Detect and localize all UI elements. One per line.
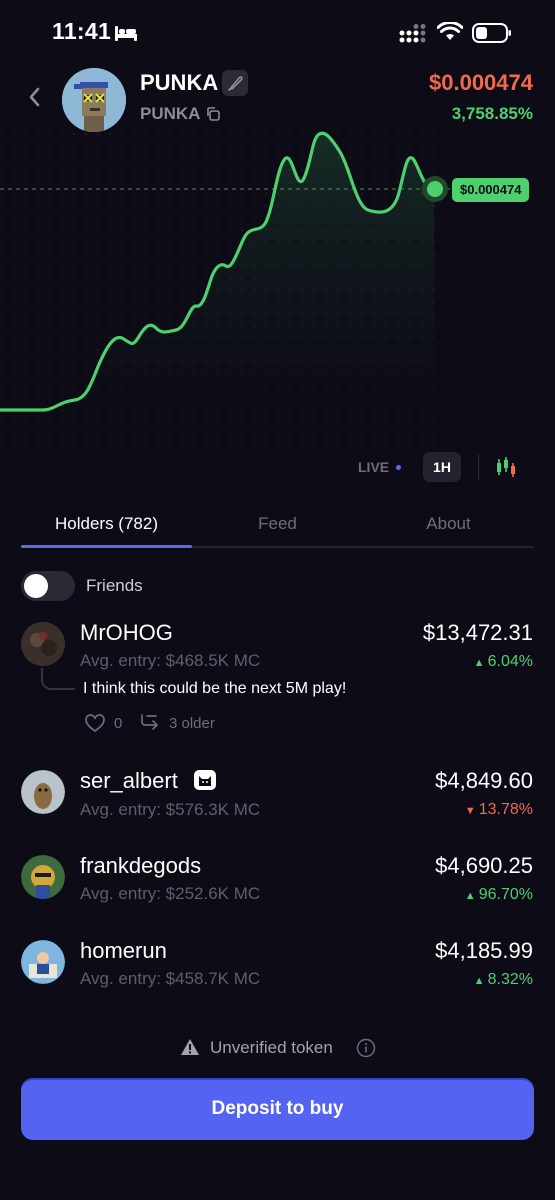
- tab-feed[interactable]: Feed: [192, 514, 363, 534]
- holder-pct-change: ▲ 8.32%: [474, 971, 533, 989]
- back-icon[interactable]: [26, 86, 44, 108]
- signal-icon: [399, 24, 426, 43]
- battery-icon: [472, 23, 511, 43]
- arrow-up-icon: ▲: [473, 657, 488, 669]
- heart-icon[interactable]: [84, 712, 106, 734]
- arrow-down-icon: ▼: [464, 805, 479, 817]
- warning-icon: [181, 1039, 199, 1055]
- friends-label: Friends: [86, 576, 143, 595]
- holder-name[interactable]: MrOHOG: [80, 620, 173, 646]
- holder-pct-change: ▼ 13.78%: [465, 801, 533, 819]
- divider: [478, 454, 479, 480]
- holder-avg-entry: Avg. entry: $458.7K MC: [80, 969, 261, 988]
- toggle-knob: [24, 574, 48, 598]
- token-name: PUNKA: [140, 70, 219, 95]
- holder-name[interactable]: homerun: [80, 938, 167, 964]
- holder-pct-change: ▲ 96.70%: [465, 886, 533, 904]
- like-count: 0: [114, 715, 123, 732]
- copy-icon[interactable]: [205, 106, 221, 122]
- token-ticker: PUNKA: [140, 104, 201, 123]
- arrow-up-icon: ▲: [473, 975, 488, 987]
- holder-avatar[interactable]: [21, 770, 65, 814]
- holder-value: $13,472.31: [422, 620, 533, 645]
- chart-price-tag: $0.000474: [452, 178, 530, 202]
- holder-pct-value: 8.32%: [487, 971, 533, 988]
- replies-icon[interactable]: [138, 712, 162, 734]
- holder-avatar[interactable]: [21, 855, 65, 899]
- holder-avatar[interactable]: [21, 940, 65, 984]
- edit-button[interactable]: [222, 70, 248, 96]
- tab-about[interactable]: About: [363, 514, 534, 534]
- arrow-up-icon: ▲: [464, 890, 479, 902]
- tab-active-indicator: [21, 545, 192, 548]
- tab-holders[interactable]: Holders (782): [21, 514, 192, 534]
- comment-thread-line: [41, 668, 75, 690]
- info-icon[interactable]: [356, 1038, 376, 1058]
- current-price-dot: [427, 181, 443, 197]
- holder-value: $4,185.99: [435, 938, 533, 963]
- holder-name[interactable]: frankdegods: [80, 853, 201, 879]
- holder-pct-value: 96.70%: [478, 886, 533, 903]
- token-avatar: [62, 68, 126, 132]
- holder-value: $4,849.60: [435, 768, 533, 793]
- holder-pct-value: 13.78%: [478, 801, 533, 818]
- live-label[interactable]: LIVE: [358, 459, 389, 475]
- candlestick-icon[interactable]: [494, 455, 518, 479]
- feather-icon: [228, 76, 243, 91]
- timeframe-button[interactable]: 1H: [423, 452, 461, 482]
- holder-value: $4,690.25: [435, 853, 533, 878]
- token-price: $0.000474: [429, 70, 533, 95]
- older-replies-link[interactable]: 3 older: [169, 715, 215, 732]
- punk-avatar-icon: [62, 68, 126, 132]
- holder-avg-entry: Avg. entry: $252.6K MC: [80, 884, 261, 903]
- holder-pct-value: 6.04%: [487, 653, 533, 670]
- holder-pct-change: ▲ 6.04%: [474, 653, 533, 671]
- holder-name[interactable]: ser_albert: [80, 768, 178, 794]
- holder-avg-entry: Avg. entry: $468.5K MC: [80, 651, 261, 670]
- holder-avg-entry: Avg. entry: $576.3K MC: [80, 800, 261, 819]
- unverified-token-label: Unverified token: [210, 1038, 333, 1057]
- holder-avatar[interactable]: [21, 622, 65, 666]
- live-dot-icon: [396, 465, 401, 470]
- price-change: 3,758.85%: [451, 104, 533, 123]
- wifi-icon: [437, 22, 463, 40]
- deposit-to-buy-button[interactable]: Deposit to buy: [21, 1078, 534, 1140]
- cat-badge-icon: [194, 770, 216, 790]
- holder-comment: I think this could be the next 5M play!: [83, 680, 347, 697]
- status-time: 11:41: [52, 18, 112, 44]
- bed-icon: [115, 26, 137, 41]
